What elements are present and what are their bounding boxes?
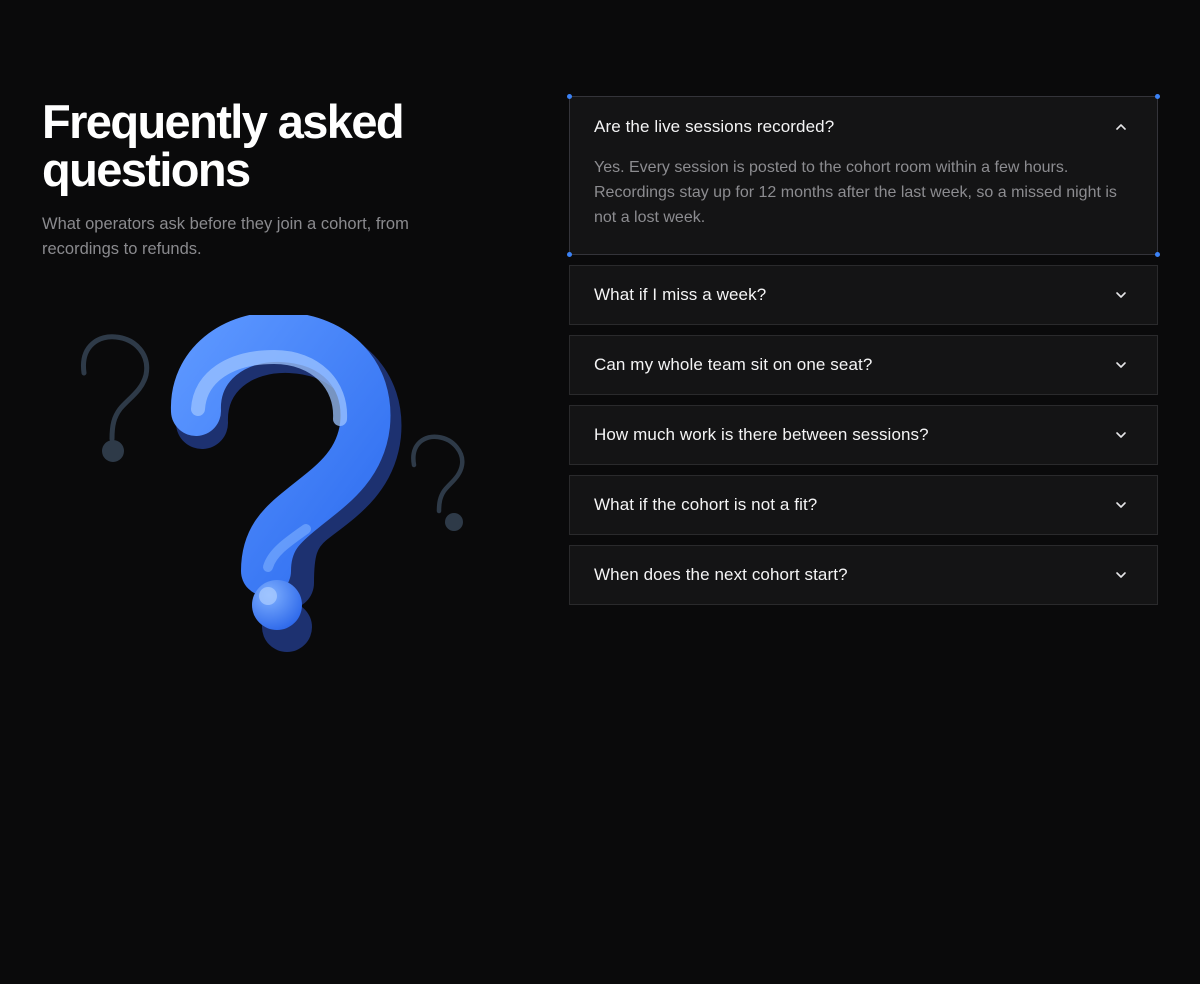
faq-question: What if I miss a week?	[594, 285, 767, 304]
faq-question: What if the cohort is not a fit?	[594, 495, 818, 514]
question-mark-illustration	[70, 311, 490, 675]
faq-question-button[interactable]: Can my whole team sit on one seat?	[570, 336, 1157, 394]
faq-question-button[interactable]: How much work is there between sessions?	[570, 406, 1157, 464]
faq-question: When does the next cohort start?	[594, 565, 848, 584]
faq-item-next-cohort[interactable]: When does the next cohort start?	[569, 545, 1158, 605]
faq-question-button[interactable]: When does the next cohort start?	[570, 546, 1157, 604]
page-subtitle: What operators ask before they join a co…	[42, 215, 409, 258]
chevron-down-icon	[1116, 572, 1126, 578]
chevron-down-icon	[1116, 432, 1126, 438]
selection-handle[interactable]	[1155, 252, 1160, 257]
faq-page: Frequently asked questions What operator…	[0, 0, 1200, 984]
faq-question: Can my whole team sit on one seat?	[594, 355, 873, 374]
small-question-mark-left	[81, 334, 150, 462]
faq-item-recorded[interactable]: Are the live sessions recorded? Yes. Eve…	[567, 94, 1160, 257]
faq-item-workload[interactable]: How much work is there between sessions?	[569, 405, 1158, 465]
chevron-down-icon	[1116, 502, 1126, 508]
selection-handle[interactable]	[567, 252, 572, 257]
chevron-down-icon	[1116, 362, 1126, 368]
selection-handle[interactable]	[567, 94, 572, 99]
page-title-line-2: questions	[42, 143, 251, 196]
small-question-mark-right	[411, 434, 465, 531]
faq-item-not-a-fit[interactable]: What if the cohort is not a fit?	[569, 475, 1158, 535]
faq-accordion: Are the live sessions recorded? Yes. Eve…	[567, 94, 1160, 615]
faq-question-button[interactable]: What if the cohort is not a fit?	[570, 476, 1157, 534]
faq-intro: Frequently asked questions What operator…	[42, 98, 462, 262]
chevron-down-icon	[1116, 292, 1126, 298]
faq-question-button[interactable]: What if I miss a week?	[570, 266, 1157, 324]
selection-handle[interactable]	[1155, 94, 1160, 99]
faq-item-team-seat[interactable]: Can my whole team sit on one seat?	[569, 335, 1158, 395]
faq-answer: Yes. Every session is posted to the coho…	[594, 159, 1117, 226]
faq-question: How much work is there between sessions?	[594, 425, 929, 444]
chevron-up-icon	[1116, 124, 1126, 130]
page-title: Frequently asked questions	[42, 98, 462, 194]
faq-question: Are the live sessions recorded?	[594, 117, 835, 136]
faq-item-miss-week[interactable]: What if I miss a week?	[569, 265, 1158, 325]
question-mark-icon	[81, 311, 465, 652]
page-title-line-1: Frequently asked	[42, 95, 405, 148]
faq-question-button[interactable]: Are the live sessions recorded?	[570, 97, 1157, 157]
